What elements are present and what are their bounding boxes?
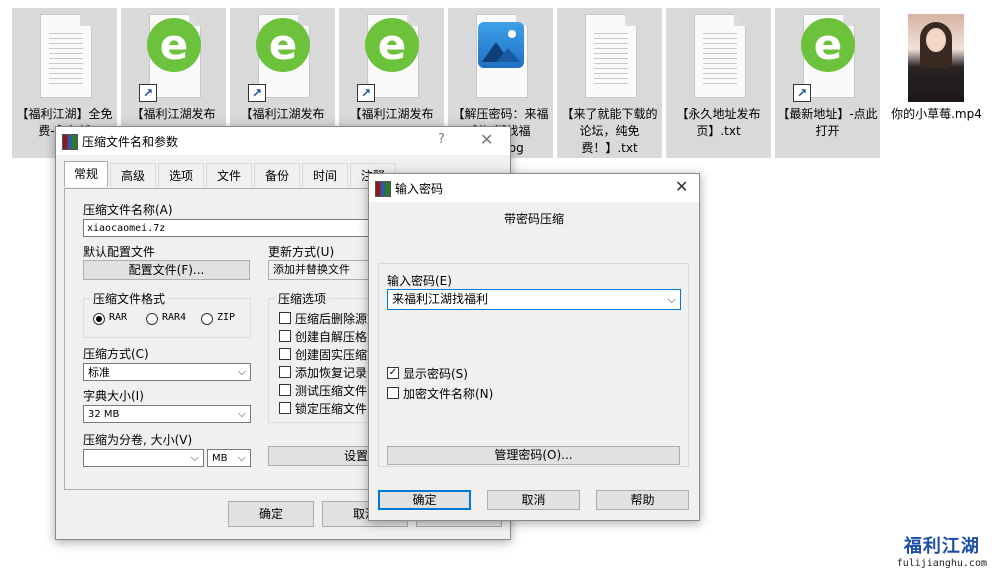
cancel-button[interactable]: 取消 xyxy=(487,490,580,510)
option-recovery-record: 添加恢复记录 xyxy=(295,366,368,380)
encrypt-names-label: 加密文件名称(N) xyxy=(403,387,494,401)
file-name: 【最新地址】-点此打开 xyxy=(777,107,878,138)
option-checkbox[interactable] xyxy=(279,402,291,414)
file-name: 【福利江湖发布 xyxy=(349,107,434,121)
format-rar4-label: RAR4 xyxy=(162,312,187,323)
archive-format-title: 压缩文件格式 xyxy=(90,290,169,307)
ie-shortcut-icon: e ↗ xyxy=(357,14,427,102)
dialog-titlebar: 压缩文件名和参数 ? ✕ xyxy=(56,127,510,155)
tab-options[interactable]: 选项 xyxy=(158,163,204,187)
watermark-logo: 福利江湖 fulijianghu.com xyxy=(897,532,987,569)
show-password-label: 显示密码(S) xyxy=(403,367,468,381)
dictionary-size-value: 32 MB xyxy=(88,409,120,420)
format-zip-radio[interactable] xyxy=(201,313,213,325)
ie-shortcut-icon: e ↗ xyxy=(139,14,209,102)
watermark-brand: 福利江湖 xyxy=(903,536,980,557)
archive-name-label: 压缩文件名称(A) xyxy=(83,203,173,217)
desktop-file-tile[interactable]: e ↗ 【最新地址】-点此打开 xyxy=(775,8,880,158)
option-checkbox[interactable] xyxy=(279,366,291,378)
format-rar-label: RAR xyxy=(109,312,128,323)
watermark-url: fulijianghu.com xyxy=(896,558,987,569)
ie-shortcut-icon: e ↗ xyxy=(793,14,863,102)
option-test-archive: 测试压缩文件 xyxy=(295,384,368,398)
password-input[interactable]: 来福利江湖找福利 ⌵ xyxy=(387,289,681,310)
option-lock-archive: 锁定压缩文件 xyxy=(295,402,368,416)
dialog-titlebar: 输入密码 ✕ xyxy=(369,174,699,202)
compression-method-label: 压缩方式(C) xyxy=(83,347,149,361)
dictionary-size-select[interactable]: 32 MB ⌵ xyxy=(83,405,251,423)
ie-shortcut-icon: e ↗ xyxy=(248,14,318,102)
desktop-file-tile[interactable]: 你的小草莓.mp4 xyxy=(884,8,989,158)
option-checkbox[interactable] xyxy=(279,330,291,342)
tab-general[interactable]: 常规 xyxy=(64,161,108,187)
text-file-icon xyxy=(30,14,100,102)
split-unit-value: MB xyxy=(212,453,228,464)
desktop-file-tile[interactable]: 【来了就能下载的论坛，纯免费！】.txt xyxy=(557,8,662,158)
dialog-title: 输入密码 xyxy=(395,182,444,196)
manage-passwords-button[interactable]: 管理密码(O)... xyxy=(387,446,680,465)
dialog-title: 压缩文件名和参数 xyxy=(82,135,179,149)
ok-button[interactable]: 确定 xyxy=(228,501,314,527)
archive-format-group: 压缩文件格式 RAR RAR4 ZIP xyxy=(83,290,251,338)
close-button[interactable]: ✕ xyxy=(480,130,493,149)
help-button[interactable]: 帮助 xyxy=(596,490,689,510)
chevron-down-icon: ⌵ xyxy=(237,365,246,378)
option-checkbox[interactable] xyxy=(279,384,291,396)
image-file-icon xyxy=(466,14,536,102)
option-checkbox[interactable] xyxy=(279,348,291,360)
tab-advanced[interactable]: 高级 xyxy=(110,163,156,187)
file-name: 【福利江湖发布 xyxy=(131,107,216,121)
video-thumbnail-icon xyxy=(908,14,978,102)
winrar-icon xyxy=(375,181,391,197)
compression-method-select[interactable]: 标准 ⌵ xyxy=(83,363,251,381)
default-profile-label: 默认配置文件 xyxy=(83,245,156,259)
encrypt-names-checkbox[interactable] xyxy=(387,387,399,399)
compression-options-title: 压缩选项 xyxy=(275,290,330,307)
desktop-file-tile[interactable]: 【永久地址发布页】.txt xyxy=(666,8,771,158)
show-password-checkbox[interactable]: ✓ xyxy=(387,367,399,379)
option-checkbox[interactable] xyxy=(279,312,291,324)
update-mode-value: 添加并替换文件 xyxy=(273,263,350,276)
password-label: 输入密码(E) xyxy=(387,274,452,288)
tab-backup[interactable]: 备份 xyxy=(254,163,300,187)
file-name: 你的小草莓.mp4 xyxy=(891,107,982,121)
file-name: 【永久地址发布页】.txt xyxy=(676,107,761,138)
tab-files[interactable]: 文件 xyxy=(206,163,252,187)
file-name: 【福利江湖发布 xyxy=(240,107,325,121)
winrar-icon xyxy=(62,134,78,150)
chevron-down-icon: ⌵ xyxy=(667,293,676,306)
help-button[interactable]: ? xyxy=(438,132,445,147)
password-value: 来福利江湖找福利 xyxy=(392,292,489,306)
dictionary-size-label: 字典大小(I) xyxy=(83,389,144,403)
profile-button[interactable]: 配置文件(F)... xyxy=(83,260,250,280)
file-name: 【来了就能下载的论坛，纯免费！】.txt xyxy=(561,107,658,155)
password-panel: 输入密码(E) 来福利江湖找福利 ⌵ ✓ 显示密码(S) 加密文件名称(N) 管理… xyxy=(378,263,689,467)
split-volume-label: 压缩为分卷, 大小(V) xyxy=(83,433,193,447)
option-sfx: 创建自解压格式 xyxy=(295,330,380,344)
format-zip-label: ZIP xyxy=(217,312,236,323)
text-file-icon xyxy=(684,14,754,102)
compression-method-value: 标准 xyxy=(88,366,110,379)
chevron-down-icon: ⌵ xyxy=(237,451,246,464)
tab-time[interactable]: 时间 xyxy=(302,163,348,187)
format-rar-radio[interactable] xyxy=(93,313,105,325)
password-dialog: 输入密码 ✕ 带密码压缩 输入密码(E) 来福利江湖找福利 ⌵ ✓ 显示密码(S)… xyxy=(368,173,700,521)
dialog-heading: 带密码压缩 xyxy=(503,212,564,226)
chevron-down-icon: ⌵ xyxy=(190,451,199,464)
split-volume-input[interactable]: ⌵ xyxy=(83,449,204,467)
format-rar4-radio[interactable] xyxy=(146,313,158,325)
update-mode-label: 更新方式(U) xyxy=(268,245,335,259)
chevron-down-icon: ⌵ xyxy=(237,407,246,420)
close-button[interactable]: ✕ xyxy=(675,177,688,196)
split-unit-select[interactable]: MB ⌵ xyxy=(207,449,251,467)
ok-button[interactable]: 确定 xyxy=(378,490,471,510)
text-file-icon xyxy=(575,14,645,102)
